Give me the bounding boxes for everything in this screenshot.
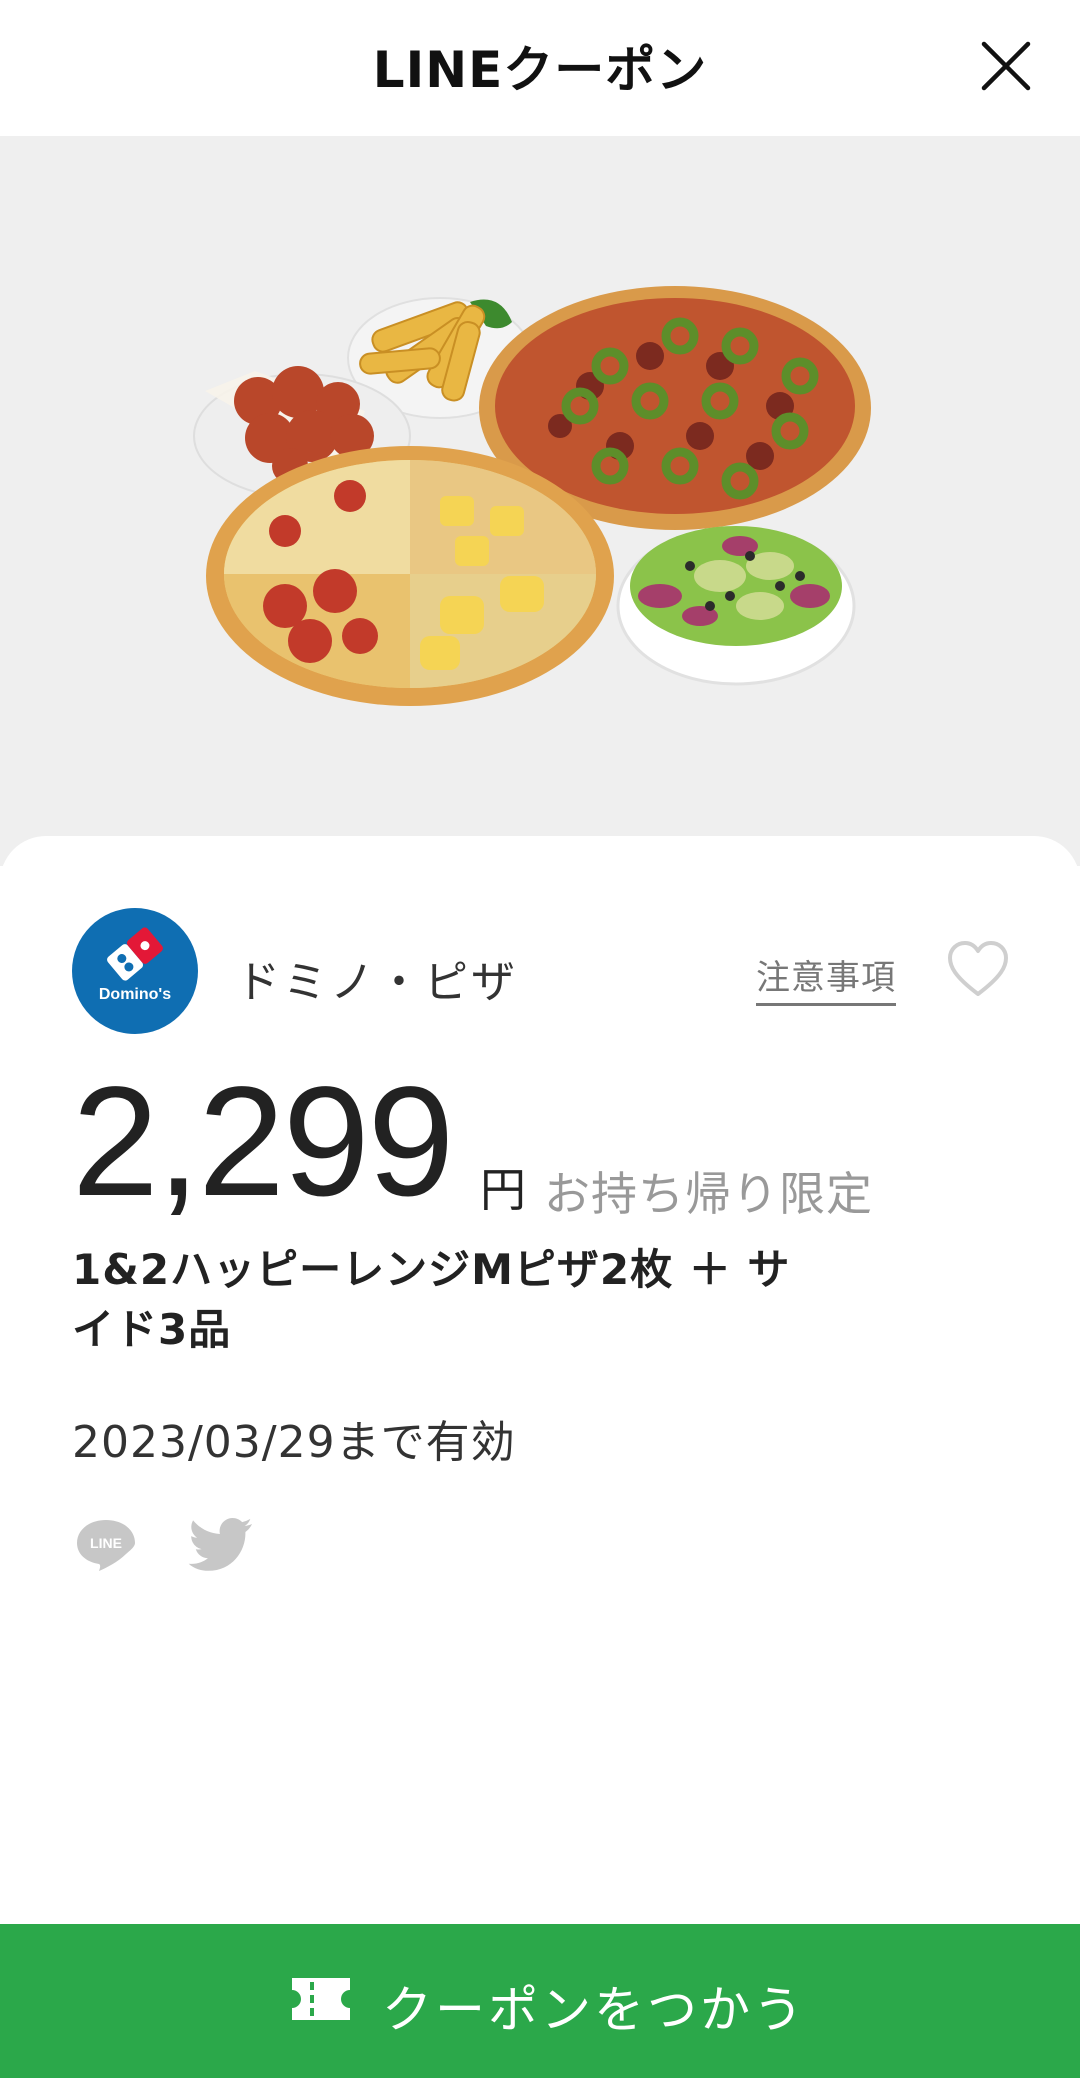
takeout-condition: お持ち帰り限定 xyxy=(544,1167,873,1221)
svg-text:LINE: LINE xyxy=(90,1535,122,1551)
food-illustration xyxy=(193,286,871,706)
share-twitter-button[interactable] xyxy=(188,1516,254,1574)
merchant-name: ドミノ・ピザ xyxy=(236,957,518,1008)
salad-bowl xyxy=(616,526,856,686)
notes-link[interactable]: 注意事項 xyxy=(756,950,896,1006)
coupon-hero-image xyxy=(0,136,1080,866)
coupon-description: 1&2ハッピーレンジMピザ2枚 ＋ サイド3品 xyxy=(72,1245,791,1354)
ticket-icon xyxy=(292,1978,350,2020)
twitter-icon xyxy=(188,1518,252,1571)
use-coupon-label: クーポンをつかう xyxy=(382,1981,806,2039)
quarter-pizza xyxy=(206,446,614,706)
favorite-button[interactable] xyxy=(946,940,1010,1000)
page-title: LINEクーポン xyxy=(372,41,708,99)
merchant-logo: Domino's xyxy=(72,908,198,1034)
close-icon xyxy=(981,41,1031,91)
currency-unit: 円 xyxy=(480,1163,526,1217)
dominos-logo-icon xyxy=(107,927,163,981)
coupon-detail-card: Domino's ドミノ・ピザ 注意事項 2,299 円 お持ち帰り限定 1&2… xyxy=(0,836,1080,1924)
use-coupon-button[interactable]: クーポンをつかう xyxy=(0,1924,1080,2078)
close-button[interactable] xyxy=(978,38,1034,94)
validity-date: 2023/03/29まで有効 xyxy=(72,1417,516,1468)
logo-text: Domino's xyxy=(98,986,172,1003)
share-line-button[interactable]: LINE xyxy=(74,1516,138,1574)
line-icon: LINE xyxy=(77,1520,135,1571)
coupon-price: 2,299 xyxy=(72,1055,454,1229)
heart-icon xyxy=(948,941,1008,996)
header-bar: LINEクーポン xyxy=(0,0,1080,136)
